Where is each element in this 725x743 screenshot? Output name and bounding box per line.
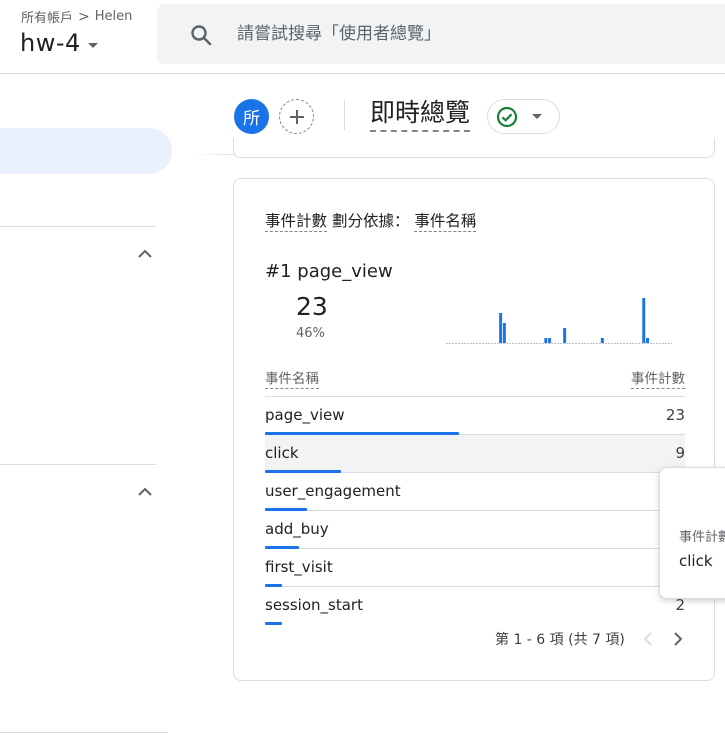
previous-page-button[interactable] [637,628,659,650]
sparkline-bar [642,298,646,343]
top-event-label: #1 page_view [265,261,393,282]
table-row[interactable]: session_start 2 [265,587,685,625]
search-icon [191,25,212,46]
card-title: 事件計數 劃分依據： 事件名稱 [265,209,477,232]
pagination: 第 1 - 6 項 (共 7 項) [495,628,689,650]
search-bar[interactable] [157,4,725,64]
metric-label[interactable]: 事件計數 [265,212,328,232]
event-name-cell: click [265,444,299,462]
table-row[interactable]: first_visit [265,549,685,587]
event-count-cell: 23 [665,406,685,424]
caret-down-icon [87,42,98,48]
tooltip-label: 事件計數 [679,530,725,545]
event-name-cell: add_buy [265,520,329,538]
sparkline-bar [563,328,567,343]
comparison-avatar[interactable]: 所 [234,99,269,134]
caret-down-icon [532,114,542,119]
nav-divider [0,464,156,465]
add-comparison-button[interactable] [279,99,314,134]
nav-divider [0,226,156,227]
table-row[interactable]: add_buy [265,511,685,549]
toolbar-divider [344,100,345,130]
dimension-label[interactable]: 事件名稱 [414,212,477,232]
previous-card [233,138,715,158]
top-event-name: page_view [297,261,393,282]
table-row[interactable]: user_engagement [265,473,685,511]
table-row[interactable]: page_view 23 [265,397,685,435]
chevron-right-icon [674,632,683,646]
breadcrumb: 所有帳戶 > Helen [21,7,133,27]
top-event-value: 23 [296,292,328,321]
chevron-up-icon[interactable] [135,482,155,502]
chevron-left-icon [643,632,652,646]
breakdown-label: 劃分依據： [331,212,410,230]
chevron-right-icon: > [78,8,90,25]
property-selector[interactable]: hw-4 [20,29,98,57]
pagination-label: 第 1 - 6 項 (共 7 項) [495,632,625,648]
event-name-cell: page_view [265,406,345,424]
sparkline-bar [646,338,649,343]
event-name-cell: session_start [265,596,363,614]
page-title: 即時總覽 [370,97,471,132]
plus-icon [289,109,304,124]
column-header-event-count[interactable]: 事件計數 [631,367,685,389]
chevron-up-icon[interactable] [135,244,155,264]
sparkline-bar [548,338,552,343]
table-header: 事件名稱 事件計數 [265,364,685,397]
breadcrumb-root[interactable]: 所有帳戶 [21,7,73,26]
nav-divider [0,732,168,733]
next-page-button[interactable] [667,628,689,650]
status-chip[interactable] [487,99,560,134]
breadcrumb-account[interactable]: Helen [95,9,133,24]
table-row[interactable]: click 9 [265,435,685,473]
top-event-percent: 46% [296,326,325,341]
event-count-cell: 9 [675,444,685,462]
check-circle-icon [496,106,518,127]
top-event-rank: #1 [265,261,292,282]
divider [195,154,235,155]
sparkline-bar [502,323,506,343]
nav-item-active[interactable] [0,128,172,174]
top-app-bar: 所有帳戶 > Helen hw-4 [0,0,725,74]
sparkline-bar [544,338,548,343]
tooltip-value: click [679,552,713,570]
event-sparkline [446,298,672,344]
hover-tooltip: 事件計數 click [659,467,725,599]
event-name-cell: user_engagement [265,482,401,500]
event-table: 事件名稱 事件計數 page_view 23 click 9 user_engageme… [265,364,685,625]
search-input[interactable] [237,4,717,64]
sparkline-bar [499,313,503,343]
event-count-card: 事件計數 劃分依據： 事件名稱 #1 page_view 23 46% 事件名稱… [233,178,715,681]
event-share-bar [265,622,282,625]
column-header-event-name[interactable]: 事件名稱 [265,367,319,389]
sparkline-bar [600,338,604,343]
property-name: hw-4 [20,29,81,57]
event-name-cell: first_visit [265,558,333,576]
